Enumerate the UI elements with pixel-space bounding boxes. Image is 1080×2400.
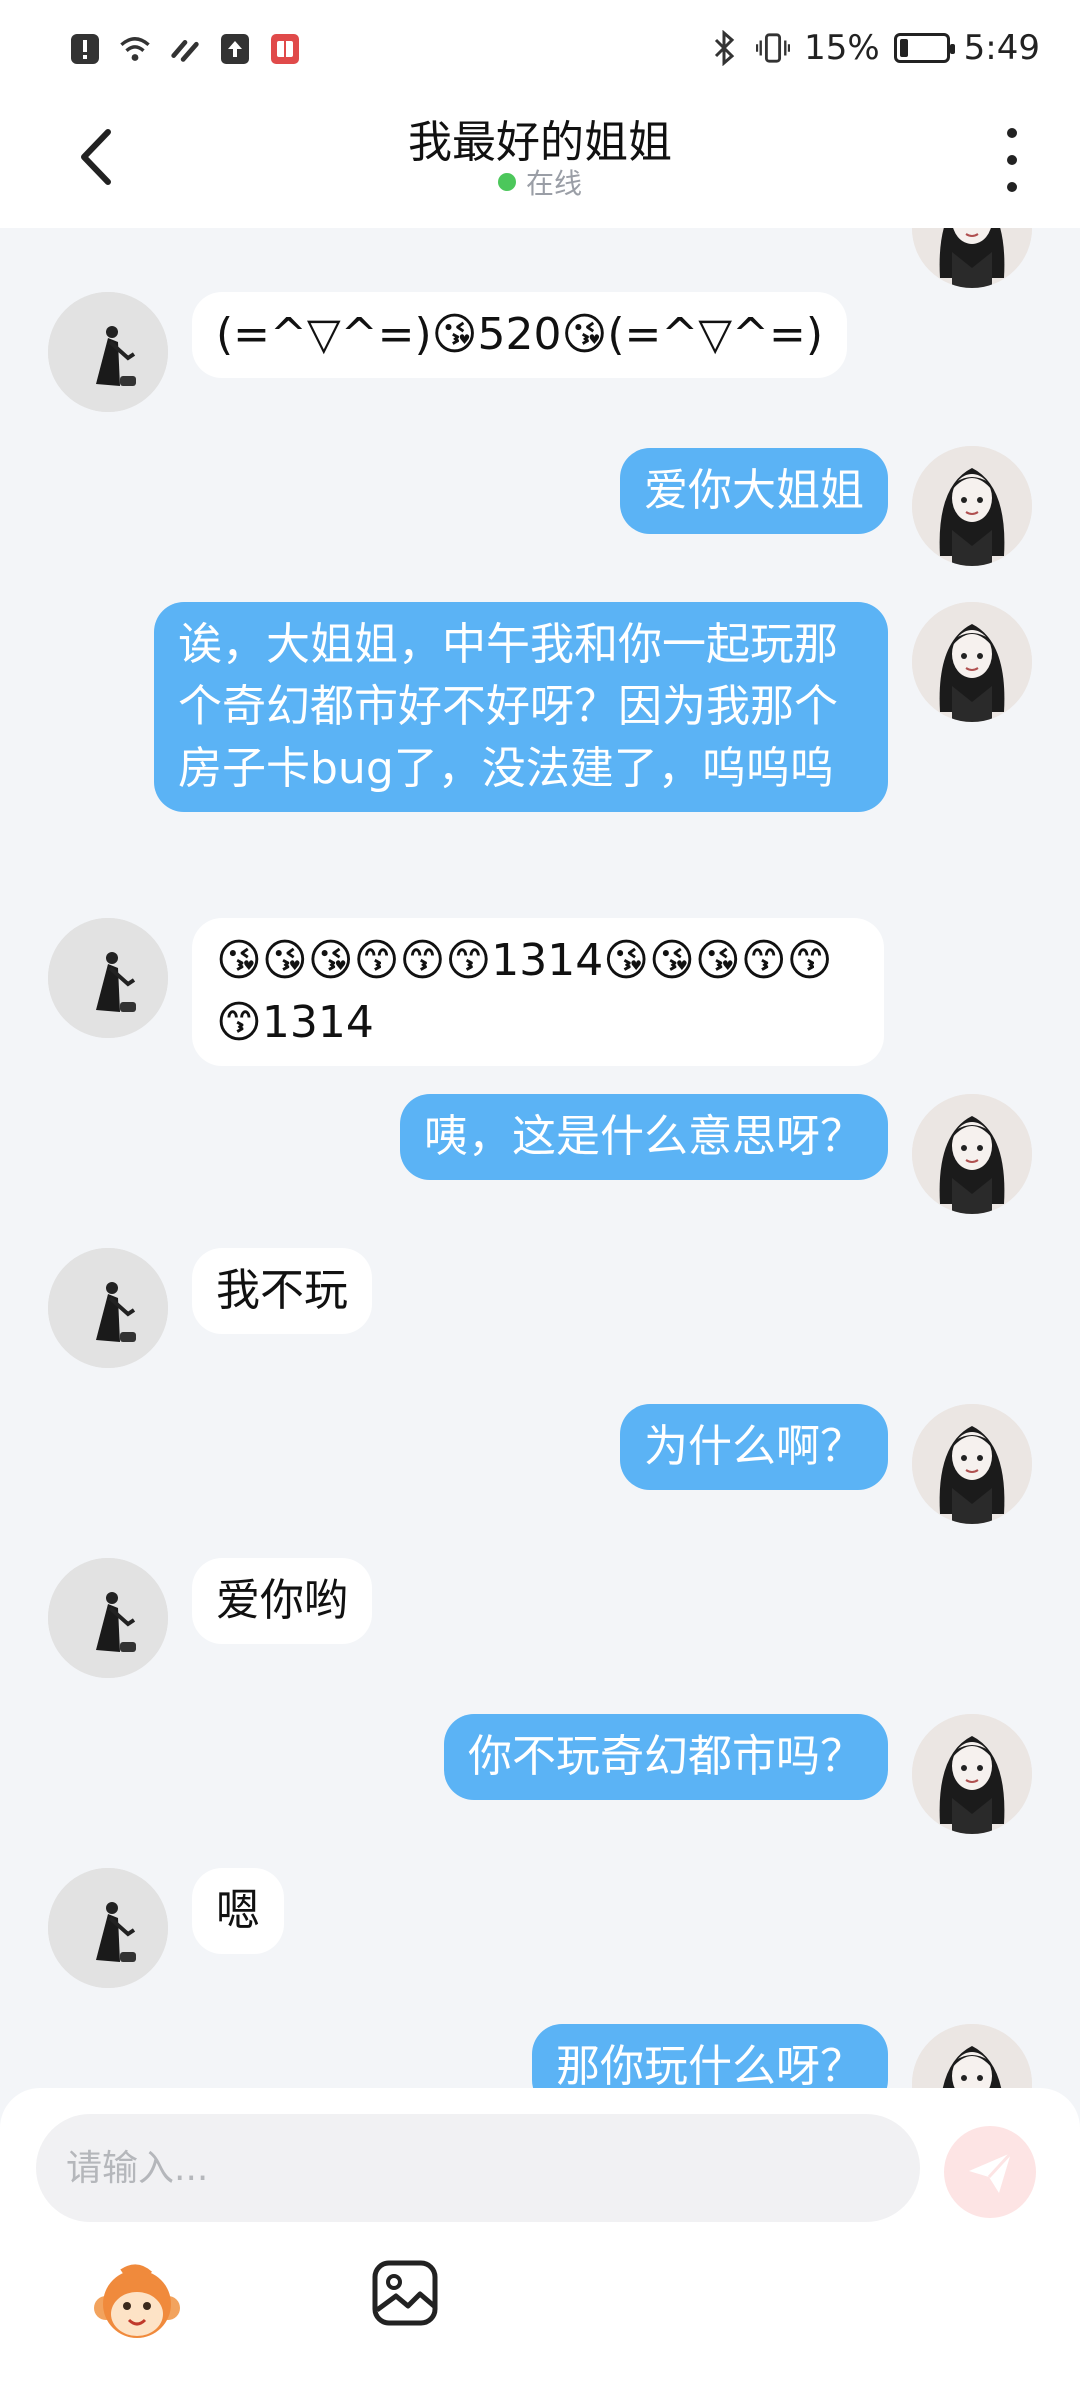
message-bubble-received[interactable]: 😘😘😘😙😙😙1314😘😘😘😙😙😙1314 [192, 918, 884, 1066]
my-avatar[interactable] [912, 2024, 1032, 2088]
send-icon [969, 2151, 1013, 2193]
emoji-sticker-button[interactable] [92, 2258, 182, 2348]
my-avatar[interactable] [912, 602, 1032, 722]
chat-messages[interactable]: (=^▽^=)😘520😘(=^▽^=) 爱你大姐姐 诶，大姐姐，中午我和你一起玩… [0, 228, 1080, 2088]
my-avatar[interactable] [912, 1714, 1032, 1834]
message-bubble-sent[interactable]: 咦，这是什么意思呀？ [400, 1094, 888, 1180]
message-bubble-received[interactable]: 嗯 [192, 1868, 284, 1954]
monkey-face-icon [94, 2264, 180, 2338]
chat-title: 我最好的姐姐 [408, 117, 672, 168]
alert-icon [68, 30, 102, 68]
online-status: 在线 [0, 162, 1080, 202]
message-bubble-sent[interactable]: 你不玩奇幻都市吗？ [444, 1714, 888, 1800]
contact-avatar[interactable] [48, 1248, 168, 1368]
more-dot-icon [1007, 155, 1017, 165]
vibrate-icon [756, 29, 791, 67]
status-bar: 15% 5:49 [0, 0, 1080, 100]
image-button[interactable] [370, 2258, 440, 2328]
battery-icon [893, 33, 955, 63]
message-bubble-sent[interactable]: 那你玩什么呀？ [532, 2024, 888, 2088]
my-avatar[interactable] [912, 1094, 1032, 1214]
status-right-icons: 15% 5:49 [708, 28, 1040, 68]
composer-toolbar [0, 2258, 1080, 2378]
message-bubble-sent[interactable]: 爱你大姐姐 [620, 448, 888, 534]
battery-level [899, 39, 908, 57]
bluetooth-icon [708, 29, 742, 67]
composer [0, 2088, 1080, 2400]
upload-icon [218, 30, 252, 68]
contact-avatar[interactable] [48, 918, 168, 1038]
online-status-label: 在线 [525, 167, 582, 200]
message-input[interactable] [36, 2114, 920, 2222]
more-options-button[interactable] [994, 128, 1030, 192]
send-button[interactable] [944, 2126, 1036, 2218]
my-avatar[interactable] [912, 1404, 1032, 1524]
contact-avatar[interactable] [48, 292, 168, 412]
contact-avatar[interactable] [48, 1868, 168, 1988]
message-bubble-sent[interactable]: 为什么啊？ [620, 1404, 888, 1490]
message-bubble-sent[interactable]: 诶，大姐姐，中午我和你一起玩那个奇幻都市好不好呀？因为我那个房子卡bug了，没法… [154, 602, 888, 812]
message-bubble-received[interactable]: 我不玩 [192, 1248, 372, 1334]
message-bubble-received[interactable]: (=^▽^=)😘520😘(=^▽^=) [192, 292, 847, 378]
more-dot-icon [1007, 128, 1017, 138]
clock: 5:49 [963, 28, 1040, 68]
chat-header: 我最好的姐姐 在线 [0, 100, 1080, 228]
battery-percent: 15% [804, 28, 880, 68]
my-avatar[interactable] [912, 228, 1032, 288]
message-bubble-received[interactable]: 爱你哟 [192, 1558, 372, 1644]
image-icon [372, 2260, 438, 2326]
signal-icon [168, 30, 202, 68]
wifi-icon [118, 30, 152, 68]
status-left-icons [68, 30, 302, 68]
contact-avatar[interactable] [48, 1558, 168, 1678]
more-dot-icon [1007, 182, 1017, 192]
online-dot-icon [497, 173, 516, 191]
my-avatar[interactable] [912, 446, 1032, 566]
book-icon [268, 30, 302, 68]
